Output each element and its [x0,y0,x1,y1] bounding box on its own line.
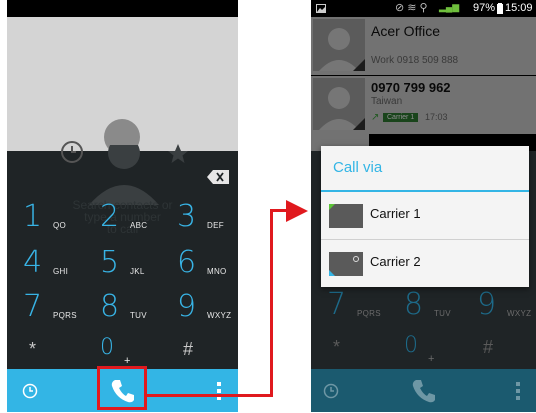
carrier-1-option[interactable]: Carrier 1 [321,192,529,240]
call-button-highlight [97,366,147,410]
callout-arrowhead [286,200,308,222]
sim-card-icon [329,252,363,276]
battery-percentage: 97% [473,2,496,14]
carrier-2-option[interactable]: Carrier 2 [321,240,529,287]
carrier-label: Carrier 1 [370,206,421,221]
battery-icon [497,3,503,14]
dialer-action-bar [311,369,536,412]
key-hash[interactable]: # [461,321,536,376]
key-star[interactable]: * [311,321,388,376]
call-via-dialog: Call via Carrier 1 Carrier 2 [321,146,529,287]
dialog-title: Call via [321,146,529,192]
callout-line-vertical [270,209,273,397]
dialog-scrim [311,17,536,151]
key-0[interactable]: 0 + [388,321,465,376]
callout-line-bottom [147,394,273,397]
status-icons: ⊘ ≋ ⚲ [395,2,428,14]
left-phone-screen: Search contacts or type a number to call… [7,0,238,412]
status-bar [7,0,238,17]
clock-time: 15:09 [505,2,533,14]
favorite-star-icon [168,144,188,163]
carrier-label: Carrier 2 [370,254,421,269]
clock-icon[interactable] [323,383,339,399]
contact-search-area [7,17,238,155]
dialpad: Search contacts or type a number to call… [7,141,238,369]
backspace-icon[interactable] [207,170,229,184]
image-notification-icon [316,4,326,13]
overflow-menu-icon[interactable] [516,382,520,400]
right-phone-screen: ⊘ ≋ ⚲ ▂▄▆ 97% 15:09 Acer Office Work 091… [311,0,536,412]
signal-icon: ▂▄▆ [439,2,460,12]
overflow-menu-icon[interactable] [217,382,221,400]
sim-card-icon [329,204,363,228]
status-bar: ⊘ ≋ ⚲ ▂▄▆ 97% 15:09 [311,0,536,17]
phone-icon[interactable] [411,378,437,404]
clock-icon[interactable] [22,383,38,399]
